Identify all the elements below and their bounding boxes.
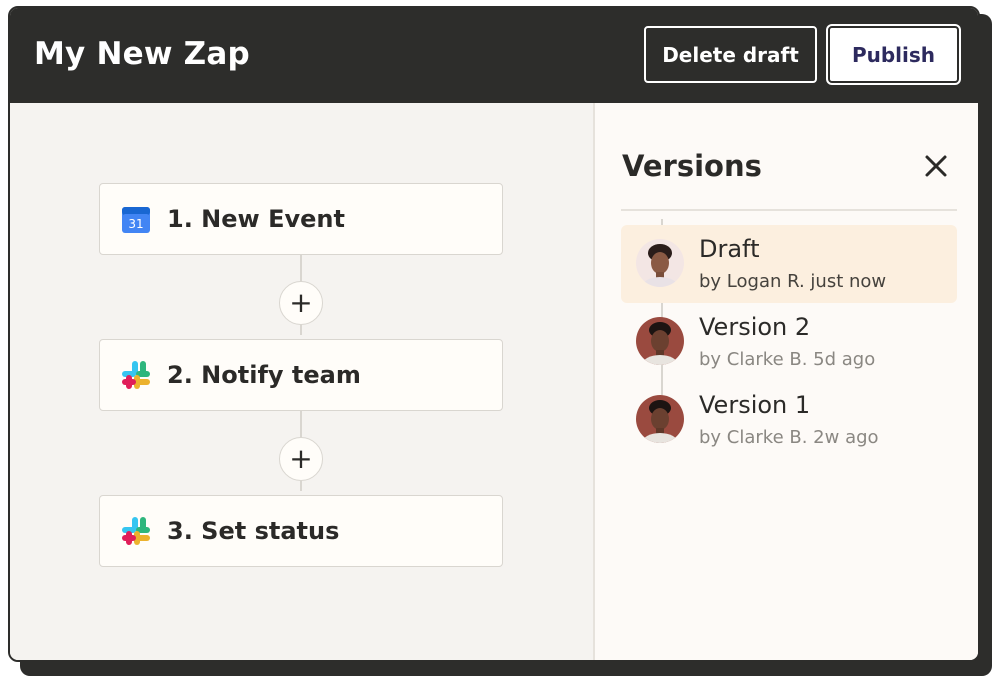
workflow-step-2[interactable]: 2. Notify team	[99, 339, 503, 411]
version-meta: by Clarke B. 2w ago	[699, 427, 879, 448]
version-name: Version 1	[699, 391, 811, 419]
versions-title: Versions	[622, 149, 762, 183]
version-meta: by Logan R. just now	[699, 271, 887, 292]
svg-text:31: 31	[128, 217, 143, 231]
version-item-2[interactable]: Version 2 by Clarke B. 5d ago	[621, 303, 957, 381]
workflow-canvas: 31 1. New Event + 2. Notify team + 3. Se…	[10, 103, 593, 660]
avatar	[636, 395, 684, 443]
version-item-draft[interactable]: Draft by Logan R. just now	[621, 225, 957, 303]
workflow-step-1[interactable]: 31 1. New Event	[99, 183, 503, 255]
slack-icon	[120, 359, 152, 391]
step-label: 2. Notify team	[167, 361, 361, 389]
workflow-step-3[interactable]: 3. Set status	[99, 495, 503, 567]
publish-button[interactable]: Publish	[828, 26, 959, 83]
versions-panel: Versions Draft by Logan R. just now Vers…	[593, 103, 978, 660]
version-item-1[interactable]: Version 1 by Clarke B. 2w ago	[621, 381, 957, 459]
step-label: 1. New Event	[167, 205, 345, 233]
add-step-button[interactable]: +	[279, 281, 323, 325]
close-icon[interactable]	[921, 151, 951, 181]
version-name: Version 2	[699, 313, 811, 341]
google-calendar-icon: 31	[120, 203, 152, 235]
delete-draft-button[interactable]: Delete draft	[644, 26, 817, 83]
version-meta: by Clarke B. 5d ago	[699, 349, 876, 370]
panel-divider	[621, 209, 957, 211]
zap-editor-window: My New Zap Delete draft Publish 31 1. Ne…	[8, 6, 980, 662]
plus-icon: +	[289, 442, 313, 475]
plus-icon: +	[289, 286, 313, 319]
version-name: Draft	[699, 235, 760, 263]
zap-title[interactable]: My New Zap	[34, 36, 250, 72]
editor-header: My New Zap Delete draft Publish	[10, 8, 978, 103]
add-step-button[interactable]: +	[279, 437, 323, 481]
avatar	[636, 239, 684, 287]
avatar	[636, 317, 684, 365]
slack-icon	[120, 515, 152, 547]
step-label: 3. Set status	[167, 517, 340, 545]
